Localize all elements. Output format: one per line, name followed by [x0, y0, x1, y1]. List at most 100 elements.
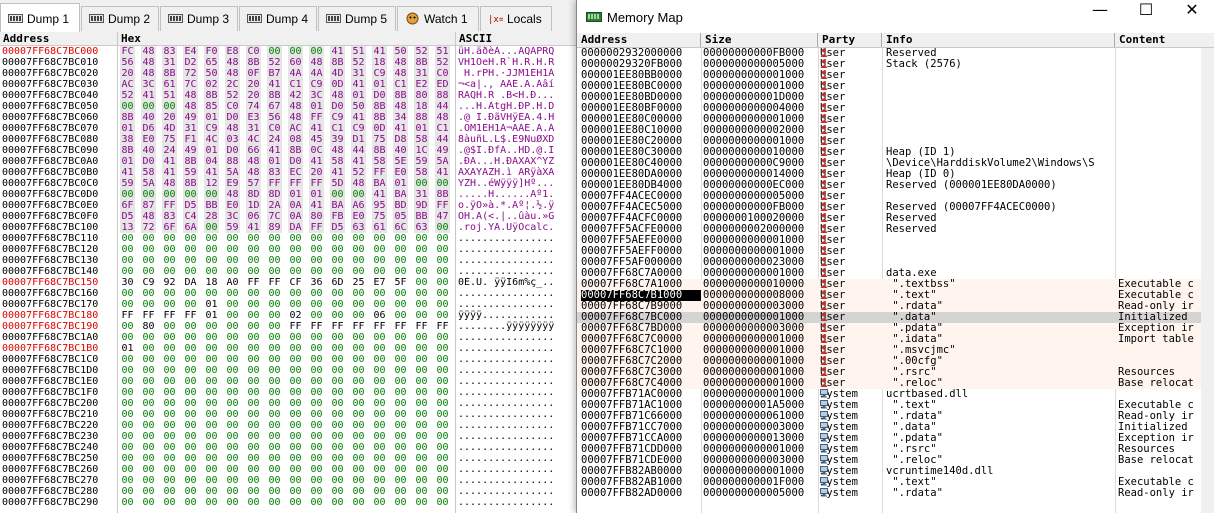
memory-map-row[interactable]: 00007FF68C7C1000 0000000000001000 User ".m… [577, 345, 1214, 356]
dump-header-hex[interactable]: Hex [118, 32, 456, 45]
memory-map-row[interactable]: 00007FF68C7BD000 0000000000003000 User ".p… [577, 323, 1214, 334]
memory-map-row[interactable]: 0000002932000000 00000000000FB000 User Rese… [577, 48, 1214, 59]
memory-map-row[interactable]: 00007FF4ACEC5000 00000000000FB000 User Rese… [577, 202, 1214, 213]
dump-row[interactable]: 00007FF68C7BC050 00 00 00 48 85 C0 74 67 … [0, 101, 578, 112]
tab-locals[interactable]: |x=| Locals [480, 6, 552, 31]
memory-map-row[interactable]: 00007FF68C7C4000 0000000000001000 User ".r… [577, 378, 1214, 389]
memory-map-row[interactable]: 00007FF4ACFC0000 0000000100020000 User Rese… [577, 213, 1214, 224]
memory-map-row[interactable]: 00007FF68C7C0000 0000000000001000 User ".i… [577, 334, 1214, 345]
dump-row[interactable]: 00007FF68C7BC170 00 00 00 00 01 00 00 00 … [0, 299, 578, 310]
memory-map-row[interactable]: 000001EE80C10000 0000000000002000 User [577, 125, 1214, 136]
mm-header-size[interactable]: Size [701, 33, 818, 47]
memory-map-row[interactable]: 000001EE80DB4000 00000000000EC000 User Rese… [577, 180, 1214, 191]
dump-row[interactable]: 00007FF68C7BC070 01 D6 4D 31 C9 48 31 C0 … [0, 123, 578, 134]
memory-map-row[interactable]: 00007FF68C7C3000 0000000000001000 User ".r… [577, 367, 1214, 378]
dump-row[interactable]: 00007FF68C7BC090 8B 40 24 49 01 D0 66 41 … [0, 145, 578, 156]
dump-row[interactable]: 00007FF68C7BC1D0 00 00 00 00 00 00 00 00 … [0, 365, 578, 376]
dump-row[interactable]: 00007FF68C7BC0D0 00 00 00 00 00 48 8D 8D … [0, 189, 578, 200]
dump-row[interactable]: 00007FF68C7BC0E0 6F 87 FF D5 BB E0 1D 2A … [0, 200, 578, 211]
dump-header-address[interactable]: Address [0, 32, 118, 45]
dump-row[interactable]: 00007FF68C7BC030 AC 3C 61 7C 02 2C 20 41 … [0, 79, 578, 90]
dump-row[interactable]: 00007FF68C7BC1A0 00 00 00 00 00 00 00 00 … [0, 332, 578, 343]
dump-row[interactable]: 00007FF68C7BC190 00 80 00 00 00 00 00 00 … [0, 321, 578, 332]
memory-map-scrollbar[interactable] [1201, 48, 1214, 513]
memory-map-row[interactable]: 00007FF68C7B9000 0000000000003000 User ".r… [577, 301, 1214, 312]
memory-map-row[interactable]: 00007FF68C7BC000 0000000000001000 User ".d… [577, 312, 1214, 323]
memory-map-row[interactable]: 00007FFB71AC0000 0000000000001000 System uc… [577, 389, 1214, 400]
dump-rows[interactable]: 00007FF68C7BC000 FC 48 83 E4 F0 E8 C0 00 … [0, 46, 578, 508]
dump-row[interactable]: 00007FF68C7BC260 00 00 00 00 00 00 00 00 … [0, 464, 578, 475]
memory-map-row[interactable]: 00007FF5AEFF0000 0000000000001000 User [577, 246, 1214, 257]
memory-map-row[interactable]: 000001EE80C20000 0000000000001000 User [577, 136, 1214, 147]
memory-map-row[interactable]: 00000029320FB000 0000000000005000 User Stac… [577, 59, 1214, 70]
dump-row[interactable]: 00007FF68C7BC1C0 00 00 00 00 00 00 00 00 … [0, 354, 578, 365]
dump-row[interactable]: 00007FF68C7BC0C0 59 5A 48 8B 12 E9 57 FF … [0, 178, 578, 189]
dump-row[interactable]: 00007FF68C7BC160 00 00 00 00 00 00 00 00 … [0, 288, 578, 299]
memory-map-row[interactable]: 000001EE80BB0000 0000000000001000 User [577, 70, 1214, 81]
memory-map-row[interactable]: 000001EE80BF0000 0000000000004000 User [577, 103, 1214, 114]
dump-row[interactable]: 00007FF68C7BC1B0 01 00 00 00 00 00 00 00 … [0, 343, 578, 354]
close-button[interactable]: ✕ [1169, 0, 1214, 33]
memory-map-row[interactable]: 00007FF68C7A0000 0000000000001000 User data… [577, 268, 1214, 279]
dump-row[interactable]: 00007FF68C7BC060 8B 40 20 49 01 D0 E3 56 … [0, 112, 578, 123]
memory-map-row[interactable]: 000001EE80C30000 0000000000010000 User Heap… [577, 147, 1214, 158]
dump-row[interactable]: 00007FF68C7BC1F0 00 00 00 00 00 00 00 00 … [0, 387, 578, 398]
dump-row[interactable]: 00007FF68C7BC130 00 00 00 00 00 00 00 00 … [0, 255, 578, 266]
dump-row[interactable]: 00007FF68C7BC200 00 00 00 00 00 00 00 00 … [0, 398, 578, 409]
memory-map-row[interactable]: 00007FFB82AD0000 0000000000005000 System "… [577, 488, 1214, 499]
dump-row[interactable]: 00007FF68C7BC230 00 00 00 00 00 00 00 00 … [0, 431, 578, 442]
mm-header-address[interactable]: Address [577, 33, 701, 47]
maximize-button[interactable]: ☐ [1123, 0, 1169, 33]
dump-row[interactable]: 00007FF68C7BC220 00 00 00 00 00 00 00 00 … [0, 420, 578, 431]
minimize-button[interactable]: — [1077, 0, 1123, 33]
memory-map-row[interactable]: 00007FF5AEFE0000 0000000000001000 User [577, 235, 1214, 246]
memory-map-row[interactable]: 00007FFB71CCA000 0000000000013000 System "… [577, 433, 1214, 444]
dump-row[interactable]: 00007FF68C7BC280 00 00 00 00 00 00 00 00 … [0, 486, 578, 497]
tab-watch-1[interactable]: Watch 1 [397, 6, 479, 31]
dump-row[interactable]: 00007FF68C7BC0B0 41 58 41 59 41 5A 48 83 … [0, 167, 578, 178]
dump-row[interactable]: 00007FF68C7BC140 00 00 00 00 00 00 00 00 … [0, 266, 578, 277]
dump-row[interactable]: 00007FF68C7BC290 00 00 00 00 00 00 00 00 … [0, 497, 578, 508]
mm-header-content[interactable]: Content [1115, 33, 1214, 47]
dump-row[interactable]: 00007FF68C7BC100 13 72 6F 6A 00 59 41 89 … [0, 222, 578, 233]
dump-row[interactable]: 00007FF68C7BC110 00 00 00 00 00 00 00 00 … [0, 233, 578, 244]
dump-row[interactable]: 00007FF68C7BC000 FC 48 83 E4 F0 E8 C0 00 … [0, 46, 578, 57]
memory-map-row[interactable]: 000001EE80C00000 0000000000001000 User [577, 114, 1214, 125]
dump-row[interactable]: 00007FF68C7BC1E0 00 00 00 00 00 00 00 00 … [0, 376, 578, 387]
dump-row[interactable]: 00007FF68C7BC0A0 01 D0 41 8B 04 88 48 01 … [0, 156, 578, 167]
memory-map-row[interactable]: 00007FF68C7A1000 0000000000010000 User ".t… [577, 279, 1214, 290]
memory-map-row[interactable]: 00007FF68C7C2000 0000000000001000 User ".0… [577, 356, 1214, 367]
memory-map-row[interactable]: 00007FFB71CDD000 0000000000001000 System "… [577, 444, 1214, 455]
dump-row[interactable]: 00007FF68C7BC120 00 00 00 00 00 00 00 00 … [0, 244, 578, 255]
dump-row[interactable]: 00007FF68C7BC210 00 00 00 00 00 00 00 00 … [0, 409, 578, 420]
memory-map-row[interactable]: 000001EE80BD0000 000000000001D000 User [577, 92, 1214, 103]
dump-row[interactable]: 00007FF68C7BC020 20 48 8B 72 50 48 0F B7 … [0, 68, 578, 79]
memory-map-row[interactable]: 00007FF5ACFE0000 0000000002000000 User Rese… [577, 224, 1214, 235]
dump-header-ascii[interactable]: ASCII [456, 32, 578, 45]
tab-dump-5[interactable]: Dump 5 [318, 6, 396, 31]
memory-map-row[interactable]: 00007FF5AF000000 0000000000023000 User [577, 257, 1214, 268]
dump-row[interactable]: 00007FF68C7BC0F0 D5 48 83 C4 28 3C 06 7C … [0, 211, 578, 222]
dump-row[interactable]: 00007FF68C7BC180 FF FF FF FF 01 00 00 00 … [0, 310, 578, 321]
dump-row[interactable]: 00007FF68C7BC250 00 00 00 00 00 00 00 00 … [0, 453, 578, 464]
dump-row[interactable]: 00007FF68C7BC150 30 C9 92 DA 18 A0 FF FF … [0, 277, 578, 288]
mm-header-info[interactable]: Info [882, 33, 1115, 47]
tab-dump-1[interactable]: Dump 1 [0, 3, 80, 32]
memory-map-row[interactable]: 00007FFB71AC1000 00000000001A5000 System "… [577, 400, 1214, 411]
mm-header-party[interactable]: Party [818, 33, 882, 47]
tab-dump-2[interactable]: Dump 2 [81, 6, 159, 31]
dump-row[interactable]: 00007FF68C7BC080 38 E0 75 F1 4C 03 4C 24 … [0, 134, 578, 145]
memory-map-row[interactable]: 00007FF4ACEC0000 0000000000005000 User [577, 191, 1214, 202]
memory-map-row[interactable]: 000001EE80C40000 00000000000C9000 User \Dev… [577, 158, 1214, 169]
tab-dump-4[interactable]: Dump 4 [239, 6, 317, 31]
memory-map-row[interactable]: 000001EE80DA0000 0000000000014000 User Heap… [577, 169, 1214, 180]
tab-dump-3[interactable]: Dump 3 [160, 6, 238, 31]
memory-map-titlebar[interactable]: Memory Map — ☐ ✕ [577, 0, 1214, 33]
dump-row[interactable]: 00007FF68C7BC270 00 00 00 00 00 00 00 00 … [0, 475, 578, 486]
memory-map-row[interactable]: 00007FF68C7B1000 0000000000008000 User ".t… [577, 290, 1214, 301]
memory-map-rows[interactable]: 0000002932000000 00000000000FB000 User Rese… [577, 48, 1214, 499]
dump-row[interactable]: 00007FF68C7BC040 52 41 51 48 8B 52 20 8B … [0, 90, 578, 101]
memory-map-row[interactable]: 00007FFB71CC7000 0000000000003000 System "… [577, 422, 1214, 433]
memory-map-row[interactable]: 00007FFB82AB1000 000000000001F000 System "… [577, 477, 1214, 488]
memory-map-row[interactable]: 00007FFB82AB0000 0000000000001000 System vc… [577, 466, 1214, 477]
